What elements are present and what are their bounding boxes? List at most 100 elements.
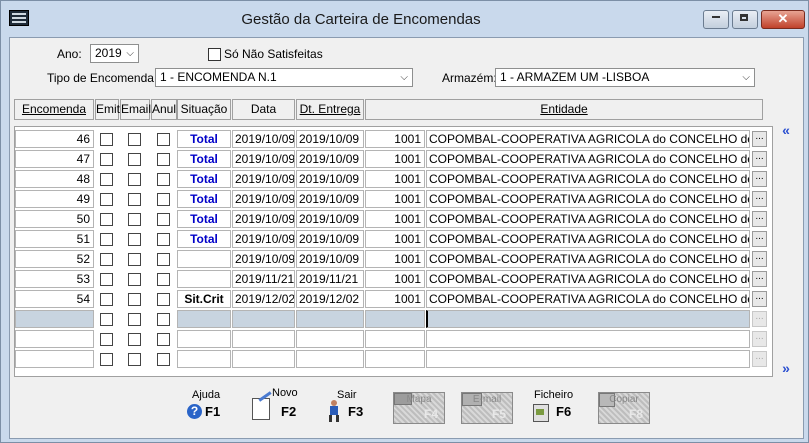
cell-codigo[interactable]: 1001 — [365, 150, 425, 168]
cell-dt-entrega[interactable] — [296, 350, 364, 368]
emit-checkbox[interactable] — [100, 193, 113, 206]
cell-situacao[interactable]: Total — [177, 150, 231, 168]
tipo-encomenda-select[interactable]: 1 - ENCOMENDA N.1 ⌵ — [155, 68, 413, 87]
email-checkbox[interactable] — [128, 133, 141, 146]
entidade-lookup-button[interactable]: ... — [752, 251, 767, 267]
email-checkbox[interactable] — [128, 233, 141, 246]
col-header-dt-entrega[interactable]: Dt. Entrega — [296, 99, 364, 120]
entidade-lookup-button[interactable]: ... — [752, 351, 767, 367]
emit-checkbox[interactable] — [100, 233, 113, 246]
copiar-button[interactable]: Copiar F8 — [598, 392, 650, 424]
cell-situacao[interactable] — [177, 250, 231, 268]
cell-entidade[interactable]: COPOMBAL-COOPERATIVA AGRICOLA do CONCELH… — [426, 150, 750, 168]
novo-button[interactable]: Novo F2 — [250, 387, 300, 428]
minimize-button[interactable] — [703, 10, 729, 29]
anul-checkbox[interactable] — [157, 133, 170, 146]
emit-checkbox[interactable] — [100, 313, 113, 326]
cell-situacao[interactable]: Total — [177, 190, 231, 208]
cell-codigo[interactable]: 1001 — [365, 270, 425, 288]
email-checkbox[interactable] — [128, 193, 141, 206]
cell-encomenda[interactable]: 49 — [15, 190, 94, 208]
cell-data[interactable]: 2019/10/09 — [232, 210, 295, 228]
emit-checkbox[interactable] — [100, 333, 113, 346]
armazem-select[interactable]: 1 - ARMAZEM UM -LISBOA ⌵ — [495, 68, 755, 87]
cell-entidade[interactable] — [426, 330, 750, 348]
cell-data[interactable]: 2019/10/09 — [232, 250, 295, 268]
entidade-lookup-button[interactable]: ... — [752, 171, 767, 187]
cell-dt-entrega[interactable]: 2019/10/09 — [296, 150, 364, 168]
cell-dt-entrega[interactable]: 2019/10/09 — [296, 230, 364, 248]
cell-encomenda[interactable]: 53 — [15, 270, 94, 288]
entidade-lookup-button[interactable]: ... — [752, 291, 767, 307]
cell-codigo[interactable]: 1001 — [365, 250, 425, 268]
anul-checkbox[interactable] — [157, 253, 170, 266]
cell-data[interactable]: 2019/10/09 — [232, 230, 295, 248]
emit-checkbox[interactable] — [100, 273, 113, 286]
cell-codigo[interactable] — [365, 330, 425, 348]
cell-dt-entrega[interactable]: 2019/11/21 — [296, 270, 364, 288]
email-checkbox[interactable] — [128, 353, 141, 366]
so-nao-satisfeitas-checkbox[interactable] — [208, 48, 221, 61]
cell-entidade[interactable]: COPOMBAL-COOPERATIVA AGRICOLA do CONCELH… — [426, 290, 750, 308]
col-header-situacao[interactable]: Situação — [177, 99, 231, 120]
cell-data[interactable] — [232, 310, 295, 328]
anul-checkbox[interactable] — [157, 173, 170, 186]
cell-situacao[interactable]: Sit.Crit — [177, 290, 231, 308]
anul-checkbox[interactable] — [157, 153, 170, 166]
col-header-emit[interactable]: Emit — [95, 99, 120, 120]
anul-checkbox[interactable] — [157, 213, 170, 226]
email-checkbox[interactable] — [128, 253, 141, 266]
cell-codigo[interactable]: 1001 — [365, 130, 425, 148]
entidade-lookup-button[interactable]: ... — [752, 211, 767, 227]
cell-codigo[interactable]: 1001 — [365, 210, 425, 228]
cell-encomenda[interactable] — [15, 350, 94, 368]
col-header-anul[interactable]: Anul — [151, 99, 177, 120]
emit-checkbox[interactable] — [100, 253, 113, 266]
entidade-lookup-button[interactable]: ... — [752, 131, 767, 147]
cell-encomenda[interactable]: 52 — [15, 250, 94, 268]
double-chevron-right-icon[interactable]: » — [778, 361, 794, 375]
cell-codigo[interactable]: 1001 — [365, 230, 425, 248]
entidade-lookup-button[interactable]: ... — [752, 231, 767, 247]
anul-checkbox[interactable] — [157, 353, 170, 366]
cell-encomenda[interactable] — [15, 310, 94, 328]
cell-encomenda[interactable]: 51 — [15, 230, 94, 248]
entidade-lookup-button[interactable]: ... — [752, 151, 767, 167]
cell-dt-entrega[interactable] — [296, 330, 364, 348]
cell-data[interactable]: 2019/12/02 — [232, 290, 295, 308]
ano-select[interactable]: 2019 ⌵ — [90, 44, 139, 63]
cell-entidade[interactable]: COPOMBAL-COOPERATIVA AGRICOLA do CONCELH… — [426, 190, 750, 208]
cell-codigo[interactable] — [365, 310, 425, 328]
email-checkbox[interactable] — [128, 313, 141, 326]
cell-entidade[interactable] — [426, 350, 750, 368]
cell-situacao[interactable]: Total — [177, 230, 231, 248]
col-header-data[interactable]: Data — [232, 99, 295, 120]
email-checkbox[interactable] — [128, 273, 141, 286]
anul-checkbox[interactable] — [157, 233, 170, 246]
cell-data[interactable] — [232, 350, 295, 368]
cell-data[interactable]: 2019/11/21 — [232, 270, 295, 288]
anul-checkbox[interactable] — [157, 313, 170, 326]
cell-codigo[interactable]: 1001 — [365, 290, 425, 308]
emit-checkbox[interactable] — [100, 293, 113, 306]
email-checkbox[interactable] — [128, 333, 141, 346]
close-button[interactable]: ✕ — [761, 10, 805, 29]
email-checkbox[interactable] — [128, 173, 141, 186]
cell-situacao[interactable] — [177, 350, 231, 368]
cell-entidade[interactable] — [426, 310, 750, 328]
anul-checkbox[interactable] — [157, 193, 170, 206]
maximize-button[interactable] — [732, 10, 758, 29]
email-button[interactable]: E-mail F5 — [461, 392, 513, 424]
mapa-button[interactable]: Mapa F4 — [393, 392, 445, 424]
cell-encomenda[interactable]: 46 — [15, 130, 94, 148]
cell-codigo[interactable]: 1001 — [365, 170, 425, 188]
cell-entidade[interactable]: COPOMBAL-COOPERATIVA AGRICOLA do CONCELH… — [426, 230, 750, 248]
anul-checkbox[interactable] — [157, 293, 170, 306]
sair-button[interactable]: Sair F3 — [322, 389, 372, 428]
cell-encomenda[interactable]: 54 — [15, 290, 94, 308]
emit-checkbox[interactable] — [100, 153, 113, 166]
cell-situacao[interactable] — [177, 330, 231, 348]
cell-situacao[interactable]: Total — [177, 210, 231, 228]
ficheiro-button[interactable]: Ficheiro F6 — [530, 389, 580, 428]
cell-entidade[interactable]: COPOMBAL-COOPERATIVA AGRICOLA do CONCELH… — [426, 270, 750, 288]
